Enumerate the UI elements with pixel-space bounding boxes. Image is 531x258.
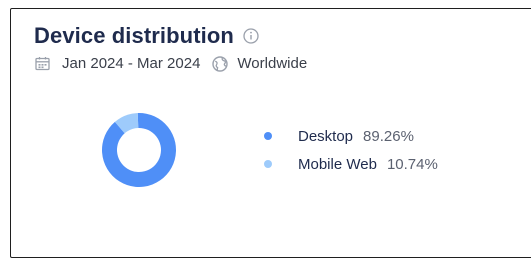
title-row: Device distribution [34,23,259,49]
donut-slice-desktop[interactable] [102,113,176,187]
legend-value-mobile-web: 10.74% [386,155,438,173]
device-donut-chart [102,113,176,187]
legend-dot-mobile-web [264,160,272,168]
widget-title: Device distribution [34,23,234,48]
calendar-icon [35,56,50,71]
legend-item-desktop[interactable]: Desktop 89.26% [264,122,438,150]
legend-dot-desktop [264,132,272,140]
legend-label-desktop: Desktop [298,127,354,145]
info-icon[interactable] [243,28,259,44]
chart-legend: Desktop 89.26% Mobile Web 10.74% [264,122,438,178]
legend-label-mobile-web: Mobile Web [298,155,377,173]
legend-value-desktop: 89.26% [363,127,414,145]
globe-icon [212,56,229,72]
device-distribution-card: Device distribution Jan 2024 - Mar 2024 … [10,8,531,258]
date-range: Jan 2024 - Mar 2024 [62,55,201,72]
region-label: Worldwide [237,55,308,72]
legend-item-mobile-web[interactable]: Mobile Web 10.74% [264,150,438,178]
meta-row: Jan 2024 - Mar 2024 Worldwide [35,55,307,72]
